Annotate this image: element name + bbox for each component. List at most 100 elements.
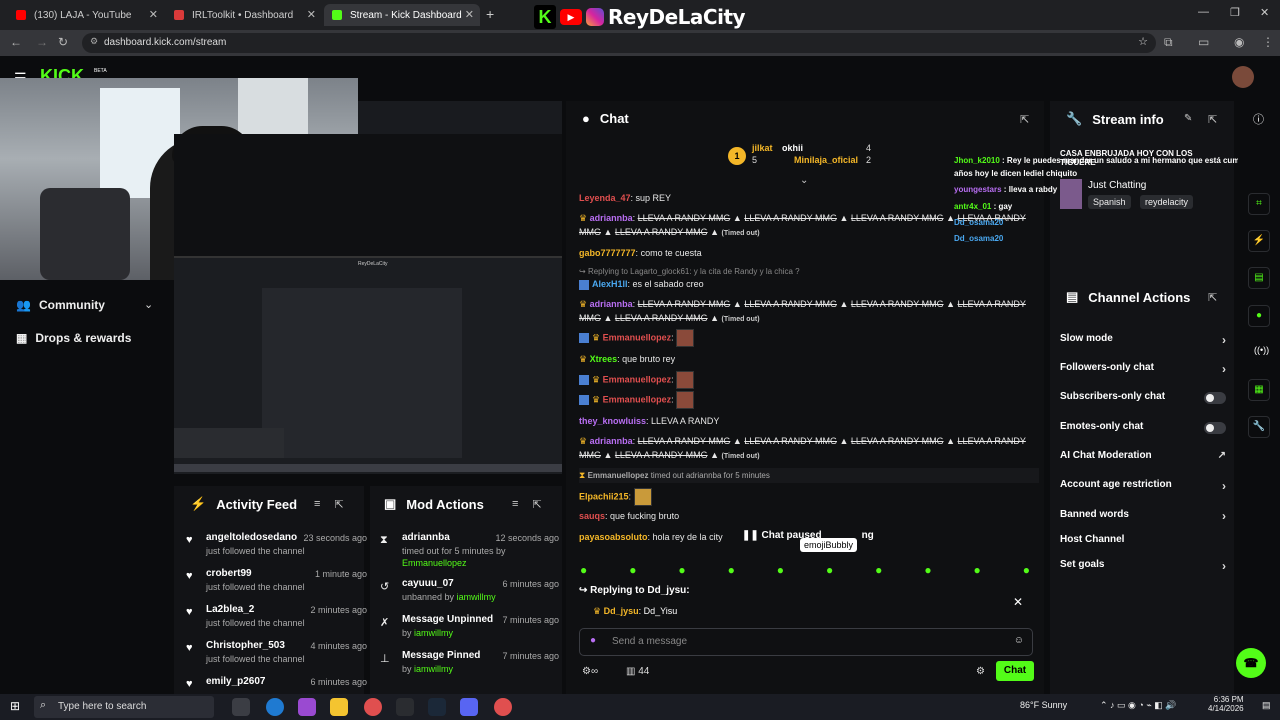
info-icon[interactable]: ⓘ [1253, 111, 1264, 127]
new-tab-button[interactable]: + [486, 6, 494, 22]
support-chat-button[interactable]: ☎ [1236, 648, 1266, 678]
chat-message[interactable]: gabo7777777: como te cuesta [579, 246, 1039, 260]
notifications-icon[interactable]: ▤ [1262, 700, 1271, 711]
steam-icon[interactable] [428, 698, 446, 716]
banned-words-item[interactable]: Banned words › [1060, 509, 1226, 523]
popout-icon[interactable]: ⇱ [1020, 113, 1029, 126]
close-window-icon[interactable]: ✕ [1260, 6, 1269, 19]
edge-icon[interactable] [266, 698, 284, 716]
discord-icon[interactable] [460, 698, 478, 716]
sidebar-item-drops[interactable]: ▦ Drops & rewards [16, 331, 131, 345]
emote-icon[interactable]: ● [728, 563, 735, 579]
user-settings-icon[interactable]: ⚙∞ [582, 666, 598, 677]
chat-message-input[interactable]: ● Send a message ☺ [579, 628, 1033, 656]
chat-message[interactable]: ♛ Emmanuellopez: [579, 391, 1039, 409]
close-reply-icon[interactable]: ✕ [1013, 595, 1023, 609]
account-age-item[interactable]: Account age restriction › [1060, 479, 1226, 493]
popout-icon[interactable]: ⇱ [334, 498, 343, 511]
avatar[interactable] [1232, 66, 1254, 88]
taskbar-clock[interactable]: 6:36 PM 4/14/2026 [1208, 695, 1244, 713]
tab-kick-dashboard[interactable]: Stream - Kick Dashboard ✕ [324, 4, 480, 26]
emotes-only-toggle[interactable] [1204, 422, 1226, 434]
document-icon[interactable]: ▤ [1248, 267, 1270, 289]
chat-message[interactable]: sauqs: que fucking bruto [579, 509, 1039, 523]
emote-icon[interactable]: ● [1023, 563, 1030, 579]
popout-icon[interactable]: ⇱ [1208, 291, 1217, 304]
extensions-icon[interactable]: ⧉ [1164, 35, 1173, 50]
chrome-active-icon[interactable] [494, 698, 512, 716]
reload-icon[interactable]: ↻ [58, 35, 68, 49]
chat-message[interactable]: ♛ adriannba: LLEVA A RANDY MMG ▲ LLEVA A… [579, 297, 1039, 327]
broadcast-icon[interactable]: ((•)) [1254, 345, 1269, 355]
subscribers-only-item[interactable]: Subscribers-only chat [1060, 391, 1226, 404]
chat-message[interactable]: ♛ Xtrees: que bruto rey [579, 352, 1039, 366]
ai-moderation-item[interactable]: AI Chat Moderation ↗ [1060, 450, 1226, 461]
bolt-icon[interactable]: ⚡ [1248, 230, 1270, 252]
profile-icon[interactable]: ◉ [1234, 35, 1244, 49]
emote-icon[interactable]: ● [875, 563, 882, 579]
stream-preview[interactable]: ReyDeLaCity [174, 134, 562, 474]
menu-icon[interactable]: ⋮ [1262, 35, 1274, 49]
chat-icon[interactable]: ● [1248, 305, 1270, 327]
filter-icon[interactable]: ≡ [512, 498, 518, 511]
chrome-icon[interactable] [364, 698, 382, 716]
gear-icon[interactable]: ⚙ [976, 666, 985, 677]
emotes-only-item[interactable]: Emotes-only chat [1060, 421, 1226, 434]
chevron-down-icon[interactable]: ⌄ [144, 298, 153, 311]
subscribers-only-toggle[interactable] [1204, 392, 1226, 404]
task-view-icon[interactable] [232, 698, 250, 716]
obs-icon[interactable] [396, 698, 414, 716]
sidebar-item-community[interactable]: 👥 Community [16, 298, 105, 312]
tab-youtube[interactable]: (130) LAJA - YouTube ✕ [8, 4, 164, 26]
tab-irltoolkit[interactable]: IRLToolkit • Dashboard ✕ [166, 4, 322, 26]
tray-icons[interactable]: ⌃ ♪ ▭ ◉ ◔ ⌁ ◧ 🔊 [1100, 700, 1176, 711]
emote-icon[interactable]: ● [678, 563, 685, 579]
tag-chip[interactable]: Spanish [1088, 195, 1131, 209]
tag-chip[interactable]: reydelacity [1140, 195, 1194, 209]
host-channel-item[interactable]: Host Channel [1060, 534, 1226, 545]
emote-icon[interactable]: ● [777, 563, 784, 579]
wrench-icon[interactable]: 🔧 [1248, 416, 1270, 438]
taskbar-search-input[interactable]: ⌕ Type here to search [34, 696, 214, 718]
set-goals-item[interactable]: Set goals › [1060, 559, 1226, 573]
emote-icon[interactable]: ● [826, 563, 833, 579]
chat-message[interactable]: ♛ Emmanuellopez: [579, 371, 1039, 389]
edit-icon[interactable]: ✎ [1184, 113, 1192, 124]
popout-icon[interactable]: ⇱ [1208, 113, 1217, 126]
file-explorer-icon[interactable] [330, 698, 348, 716]
restore-icon[interactable]: ❐ [1230, 6, 1240, 19]
chat-message[interactable]: ♛ adriannba: LLEVA A RANDY MMG ▲ LLEVA A… [579, 434, 1039, 464]
bookmark-star-icon[interactable]: ☆ [1138, 35, 1148, 48]
close-tab-icon[interactable]: ✕ [149, 8, 158, 21]
filter-icon[interactable]: ≡ [314, 498, 320, 511]
followers-only-item[interactable]: Followers-only chat › [1060, 362, 1226, 376]
close-tab-icon[interactable]: ✕ [465, 8, 474, 21]
copilot-icon[interactable] [298, 698, 316, 716]
minimize-icon[interactable]: — [1198, 6, 1209, 18]
viewer-count[interactable]: ▥ 44 [626, 666, 649, 677]
chat-message[interactable]: Elpachii215: [579, 488, 1039, 506]
popout-icon[interactable]: ⇱ [532, 498, 541, 511]
sidebar-icon[interactable]: ▭ [1198, 35, 1209, 49]
url-field[interactable]: ⚙ dashboard.kick.com/stream ☆ [82, 33, 1156, 53]
emoji-picker-icon[interactable]: ☺ [1014, 635, 1024, 646]
site-info-icon[interactable]: ⚙ [90, 36, 98, 47]
scan-icon[interactable]: ⌗ [1248, 193, 1270, 215]
send-chat-button[interactable]: Chat [996, 661, 1034, 681]
slow-mode-item[interactable]: Slow mode › [1060, 333, 1226, 347]
chat-message[interactable]: ♛ Emmanuellopez: [579, 329, 1039, 347]
emote-icon[interactable]: ● [629, 563, 636, 579]
close-tab-icon[interactable]: ✕ [307, 8, 316, 21]
forward-icon[interactable]: → [36, 35, 48, 49]
layout-icon[interactable]: ▦ [1248, 379, 1270, 401]
microphone-icon[interactable]: ● [590, 635, 596, 646]
emote-icon[interactable]: ● [580, 563, 587, 579]
chat-message[interactable]: AlexH1ll: es el sabado creo [579, 277, 1039, 291]
expand-leaderboard-icon[interactable]: ⌄ [800, 175, 808, 186]
emote-icon[interactable]: ● [974, 563, 981, 579]
emote-icon[interactable]: ● [924, 563, 931, 579]
windows-start-icon[interactable]: ⊞ [10, 699, 20, 713]
weather-widget[interactable]: 86°F Sunny [1020, 700, 1067, 710]
back-icon[interactable]: ← [10, 35, 22, 49]
chat-message[interactable]: they_knowluiss: LLEVA A RANDY [579, 414, 1039, 428]
